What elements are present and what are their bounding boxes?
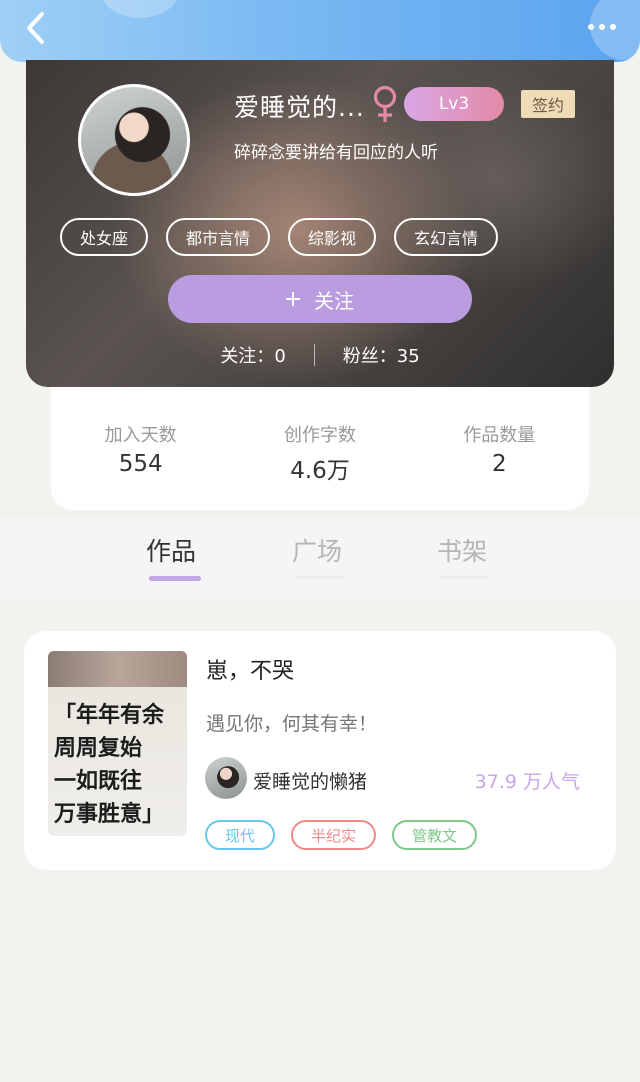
count-item: 创作字数 4.6万: [240, 421, 400, 510]
back-button[interactable]: [18, 10, 54, 46]
female-icon: [373, 85, 397, 122]
book-tags: 现代 半纪实 管教文: [205, 820, 478, 850]
plus-icon: [286, 292, 300, 306]
count-value: 4.6万: [290, 458, 350, 484]
following-count: 0: [274, 346, 286, 367]
book-description: 遇见你，何其有幸！: [206, 713, 378, 735]
profile-counts: 加入天数 554 创作字数 4.6万 作品数量 2: [51, 387, 589, 510]
profile-tag[interactable]: 都市言情: [166, 218, 271, 256]
work-card[interactable]: 「年年有余 周周复始 一如既往 万事胜意」 崽，不哭 遇见你，何其有幸！ 爱睡觉…: [24, 631, 616, 870]
popularity-count: 37.9 万人气: [474, 771, 580, 793]
tab-works[interactable]: 作品: [146, 532, 196, 568]
count-value: 2: [491, 451, 507, 477]
avatar[interactable]: [78, 84, 190, 196]
profile-tag[interactable]: 综影视: [288, 218, 377, 256]
fans-label: 粉丝：: [342, 346, 397, 367]
chevron-left-icon: [27, 12, 44, 44]
more-dots-icon: [610, 24, 616, 30]
count-value: 554: [118, 451, 163, 477]
following-stat[interactable]: 关注：0: [220, 342, 285, 368]
profile-tag[interactable]: 玄幻言情: [394, 218, 499, 256]
signed-badge: 签约: [521, 90, 575, 118]
more-dots-icon: [588, 24, 594, 30]
tab-bar: 作品 广场 书架: [0, 518, 640, 600]
fans-count: 35: [396, 346, 420, 367]
follow-button-label: 关注: [314, 288, 354, 313]
tab-active-indicator: [149, 576, 201, 581]
count-item: 作品数量 2: [419, 421, 579, 510]
profile-bio: 碎碎念要讲给有回应的人听: [234, 143, 438, 163]
count-label: 加入天数: [104, 425, 177, 446]
more-button[interactable]: [582, 12, 622, 42]
following-label: 关注：: [220, 346, 275, 367]
cover-text: 「年年有余 周周复始 一如既往 万事胜意」: [54, 699, 184, 831]
author-avatar[interactable]: [205, 757, 247, 799]
author-name[interactable]: 爱睡觉的懒猪: [253, 767, 367, 794]
decorative-bubble: [100, 0, 180, 18]
tab-bookshelf[interactable]: 书架: [437, 532, 487, 568]
book-tag[interactable]: 管教文: [392, 820, 478, 850]
profile-header: 爱睡觉的... Lv3 签约 碎碎念要讲给有回应的人听 处女座 都市言情 综影视…: [26, 60, 614, 387]
divider: [313, 344, 315, 366]
cover-text-line: 周周复始: [54, 736, 143, 761]
top-bar: [0, 0, 640, 62]
more-dots-icon: [599, 24, 605, 30]
cover-text-line: 万事胜意」: [54, 802, 165, 827]
count-label: 作品数量: [463, 425, 536, 446]
tab-indicator: [438, 576, 490, 579]
follow-button[interactable]: 关注: [168, 275, 472, 323]
book-title[interactable]: 崽，不哭: [206, 653, 294, 685]
tab-indicator: [294, 576, 346, 579]
count-item: 加入天数 554: [61, 421, 221, 510]
tab-square[interactable]: 广场: [292, 532, 342, 568]
book-tag[interactable]: 现代: [205, 820, 276, 850]
profile-name: 爱睡觉的...: [234, 93, 365, 122]
book-tag[interactable]: 半纪实: [291, 820, 377, 850]
count-label: 创作字数: [283, 425, 356, 446]
cover-text-line: 「年年有余: [54, 703, 165, 728]
fans-stat[interactable]: 粉丝：35: [343, 342, 420, 368]
follow-stats: 关注：0 粉丝：35: [26, 342, 614, 368]
profile-tag[interactable]: 处女座: [60, 218, 149, 256]
profile-tags: 处女座 都市言情 综影视 玄幻言情: [60, 218, 499, 256]
cover-text-line: 一如既往: [54, 769, 143, 794]
cover-photo-strip: [48, 651, 187, 687]
level-badge: Lv3: [404, 87, 504, 121]
book-cover[interactable]: 「年年有余 周周复始 一如既往 万事胜意」: [48, 651, 187, 836]
